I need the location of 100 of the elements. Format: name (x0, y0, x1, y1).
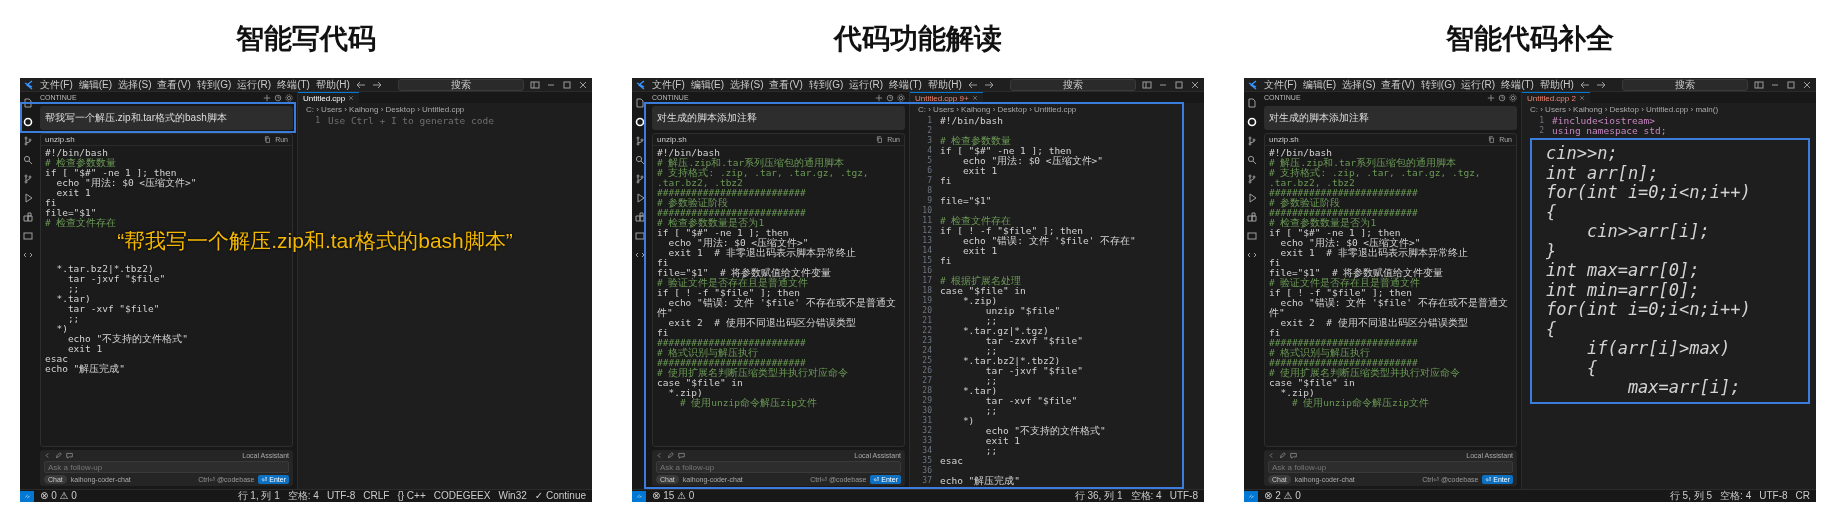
app-logo-icon[interactable] (636, 79, 646, 90)
source-control-icon[interactable] (1247, 174, 1257, 184)
problems-count[interactable]: ⊗ 2 ⚠ 0 (1264, 490, 1301, 502)
back-arrow-icon[interactable] (355, 79, 366, 90)
followup-input[interactable]: Ask a follow-up (1268, 461, 1513, 473)
status-item[interactable]: CRLF (363, 490, 390, 502)
menu-item[interactable]: 查看(V) (157, 78, 191, 91)
status-item[interactable]: Win32 (498, 490, 527, 502)
forward-arrow-icon[interactable] (1595, 79, 1606, 90)
status-item[interactable]: UTF-8 (1169, 490, 1198, 502)
editor-tab[interactable]: Untitled.cpp 9+ (910, 92, 983, 103)
close-icon[interactable] (1190, 79, 1200, 90)
problems-count[interactable]: ⊗ 15 ⚠ 0 (652, 490, 695, 502)
status-item[interactable]: 行 36, 列 1 (1074, 490, 1123, 502)
settings-icon[interactable] (285, 93, 293, 102)
menu-item[interactable]: 编辑(E) (1302, 78, 1337, 91)
comment-icon[interactable] (1290, 452, 1297, 459)
menu-item[interactable]: 运行(R) (237, 78, 272, 91)
source-control-icon[interactable] (23, 174, 33, 184)
files-icon[interactable] (23, 98, 33, 108)
code-brackets-icon[interactable] (1247, 250, 1257, 260)
status-item[interactable]: 空格: 4 (1720, 490, 1752, 502)
back-arrow-icon[interactable] (1579, 79, 1590, 90)
run-debug-icon[interactable] (1247, 193, 1257, 203)
history-icon[interactable] (1498, 93, 1506, 102)
close-icon[interactable] (1802, 79, 1812, 90)
close-icon[interactable] (1578, 95, 1585, 101)
comment-icon[interactable] (66, 452, 73, 459)
code-brackets-icon[interactable] (23, 250, 33, 260)
source-control-icon[interactable] (635, 174, 645, 184)
menu-item[interactable]: 帮助(H) (927, 78, 962, 91)
menu-item[interactable]: 文件(F) (40, 78, 73, 91)
status-item[interactable]: UTF-8 (1759, 490, 1788, 502)
followup-input[interactable]: Ask a follow-up (656, 461, 901, 473)
search-field[interactable]: 搜索 (397, 78, 524, 91)
files-icon[interactable] (635, 98, 645, 108)
menu-item[interactable]: 编辑(E) (690, 78, 725, 91)
history-icon[interactable] (886, 93, 894, 102)
status-item[interactable]: 空格: 4 (1130, 490, 1162, 502)
pencil-icon[interactable] (55, 452, 62, 459)
settings-icon[interactable] (897, 93, 905, 102)
plus-icon[interactable] (263, 93, 271, 102)
menu-item[interactable]: 选择(S) (730, 78, 764, 91)
status-item[interactable]: CR (1795, 490, 1810, 502)
status-item[interactable]: ✓ Continue (534, 490, 586, 502)
menu-item[interactable]: 选择(S) (118, 78, 152, 91)
menu-item[interactable]: 运行(R) (849, 78, 884, 91)
problems-count[interactable]: ⊗ 0 ⚠ 0 (40, 490, 77, 502)
status-item[interactable]: 空格: 4 (287, 490, 319, 502)
back-arrow-icon[interactable] (967, 79, 978, 90)
branch-graph-icon[interactable] (635, 136, 645, 146)
history-icon[interactable] (274, 93, 282, 102)
menu-item[interactable]: 运行(R) (1461, 78, 1496, 91)
run-debug-icon[interactable] (23, 193, 33, 203)
search-field[interactable]: 搜索 (1621, 78, 1748, 91)
menu-item[interactable]: 选择(S) (1342, 78, 1376, 91)
search-icon[interactable] (635, 155, 645, 165)
settings-icon[interactable] (1509, 93, 1517, 102)
layout-icon[interactable] (530, 79, 540, 90)
extensions-icon[interactable] (1247, 212, 1257, 222)
maximize-icon[interactable] (562, 79, 572, 90)
status-item[interactable]: 行 1, 列 1 (237, 490, 280, 502)
menu-item[interactable]: 查看(V) (1381, 78, 1415, 91)
layout-icon[interactable] (1142, 79, 1152, 90)
editor-tab[interactable]: Untitled.cpp 2 (1522, 92, 1590, 103)
app-logo-icon[interactable] (1248, 79, 1258, 90)
copy-icon[interactable] (264, 136, 272, 143)
maximize-icon[interactable] (1786, 79, 1796, 90)
plus-icon[interactable] (1487, 93, 1495, 102)
menu-item[interactable]: 转到(G) (196, 78, 232, 91)
editor-tab[interactable]: Untitled.cpp (298, 92, 360, 103)
close-icon[interactable] (971, 95, 978, 101)
status-item[interactable]: CODEGEEX (433, 490, 491, 502)
pencil-icon[interactable] (1279, 452, 1286, 459)
menu-item[interactable]: 终端(T) (277, 78, 310, 91)
forward-arrow-icon[interactable] (983, 79, 994, 90)
status-item[interactable]: UTF-8 (326, 490, 356, 502)
forward-arrow-icon[interactable] (371, 79, 382, 90)
run-debug-icon[interactable] (635, 193, 645, 203)
extensions-icon[interactable] (635, 212, 645, 222)
comment-icon[interactable] (678, 452, 685, 459)
search-icon[interactable] (23, 155, 33, 165)
branch-graph-icon[interactable] (23, 136, 33, 146)
menu-item[interactable]: 终端(T) (889, 78, 922, 91)
extensions-icon[interactable] (23, 212, 33, 222)
menu-item[interactable]: 文件(F) (1264, 78, 1297, 91)
menu-item[interactable]: 转到(G) (1420, 78, 1456, 91)
maximize-icon[interactable] (1174, 79, 1184, 90)
followup-input[interactable]: Ask a follow-up (44, 461, 289, 473)
menu-item[interactable]: 文件(F) (652, 78, 685, 91)
search-field[interactable]: 搜索 (1009, 78, 1136, 91)
close-icon[interactable] (578, 79, 588, 90)
menu-item[interactable]: 帮助(H) (315, 78, 350, 91)
copy-icon[interactable] (876, 136, 884, 143)
code-brackets-icon[interactable] (635, 250, 645, 260)
files-icon[interactable] (1247, 98, 1257, 108)
status-item[interactable]: 行 5, 列 5 (1669, 490, 1713, 502)
branch-graph-icon[interactable] (1247, 136, 1257, 146)
menu-item[interactable]: 编辑(E) (78, 78, 113, 91)
plus-icon[interactable] (875, 93, 883, 102)
